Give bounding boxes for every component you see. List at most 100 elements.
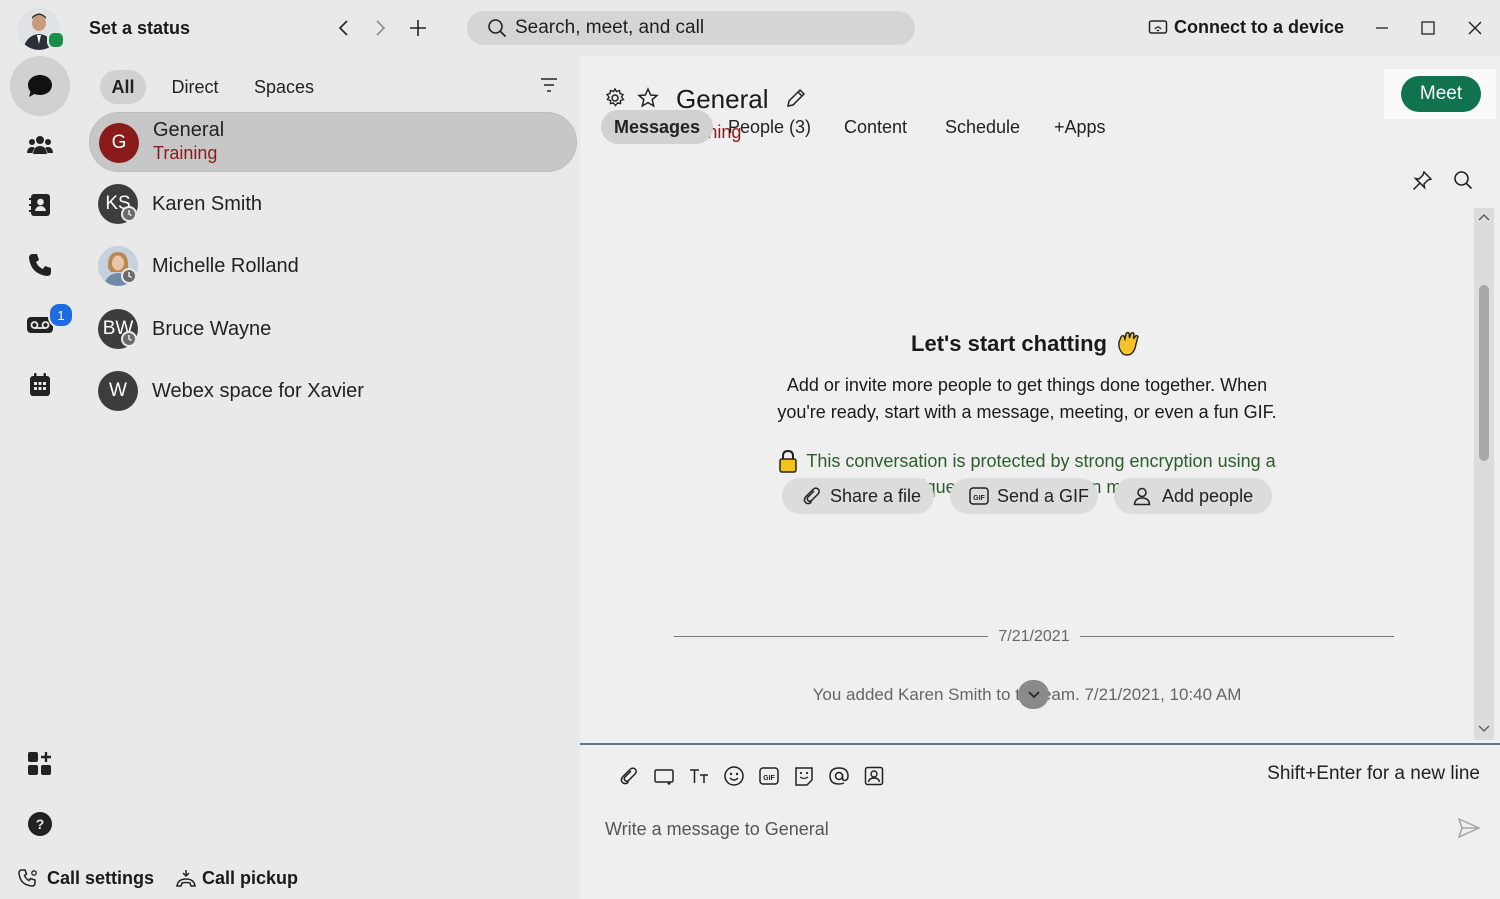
calling-button[interactable] <box>10 235 70 295</box>
filter-spaces[interactable]: Spaces <box>246 70 322 104</box>
star-icon <box>637 87 659 108</box>
clock-icon <box>121 268 137 284</box>
list-item-name: Karen Smith <box>152 193 263 215</box>
help-icon: ? <box>28 812 52 836</box>
favorite-button[interactable] <box>637 87 659 109</box>
list-item-subtitle: Training <box>153 143 218 163</box>
connect-device-button[interactable]: Connect to a device <box>1148 17 1344 38</box>
search-placeholder: Search, meet, and call <box>515 17 705 38</box>
tab-content[interactable]: Content <box>831 110 920 144</box>
filter-all[interactable]: All <box>100 70 146 104</box>
list-item-karen-smith[interactable]: KS Karen Smith <box>89 174 577 234</box>
apps-button[interactable] <box>10 734 70 794</box>
new-button[interactable] <box>404 14 432 42</box>
waving-hand-icon <box>1118 331 1139 356</box>
emoji-button[interactable] <box>721 763 747 789</box>
list-item-bruce-wayne[interactable]: BW Bruce Wayne <box>89 299 577 359</box>
add-people-button[interactable]: Add people <box>1114 478 1272 514</box>
minimize-button[interactable] <box>1367 14 1397 42</box>
help-button[interactable]: ? <box>10 794 70 854</box>
svg-text:?: ? <box>36 816 45 832</box>
maximize-button[interactable] <box>1413 14 1443 42</box>
share-file-button[interactable]: Share a file <box>782 478 934 514</box>
close-button[interactable] <box>1460 14 1490 42</box>
at-mention-icon <box>829 767 849 785</box>
teams-icon <box>27 136 53 154</box>
sticker-icon <box>795 767 813 786</box>
scroll-down-icon[interactable] <box>1478 724 1490 734</box>
filter-direct[interactable]: Direct <box>160 70 230 104</box>
list-item-name: Michelle Rolland <box>152 255 299 277</box>
search-space-button[interactable] <box>1453 170 1473 190</box>
tab-people[interactable]: People (3) <box>715 110 824 144</box>
date-divider-right <box>1080 636 1394 637</box>
sticker-button[interactable] <box>791 763 817 789</box>
chevron-down-icon <box>1027 690 1040 698</box>
contact-card-button[interactable] <box>861 763 887 789</box>
call-settings-button[interactable]: Call settings <box>18 868 154 889</box>
empty-state-line1: Add or invite more people to get things … <box>786 375 1268 395</box>
gif-icon: GIF <box>759 767 779 785</box>
meet-button[interactable]: Meet <box>1401 76 1481 112</box>
add-people-label: Add people <box>1162 485 1254 506</box>
empty-state-heading: Let's start chatting <box>911 331 1107 356</box>
chat-bubble-icon <box>28 75 52 97</box>
send-button[interactable] <box>1457 817 1481 839</box>
scroll-to-bottom-button[interactable] <box>1018 680 1049 709</box>
svg-text:GIF: GIF <box>973 495 985 502</box>
contact-card-icon <box>864 766 884 786</box>
tab-apps[interactable]: +Apps <box>1041 110 1119 144</box>
clock-icon <box>121 331 137 347</box>
format-text-button[interactable] <box>686 763 712 789</box>
tab-messages[interactable]: Messages <box>601 110 714 144</box>
paperclip-icon <box>803 487 820 505</box>
pin-icon <box>1412 170 1433 191</box>
contacts-icon <box>29 194 50 216</box>
clock-icon <box>121 206 137 222</box>
pinned-button[interactable] <box>1411 170 1433 192</box>
activity-text-end: eam. 7/21/2021, 10:40 AM <box>1041 685 1242 704</box>
maximize-icon <box>1421 21 1435 35</box>
teams-button[interactable] <box>10 115 70 175</box>
composer-hint: Shift+Enter for a new line <box>1267 763 1480 784</box>
share-file-label: Share a file <box>830 485 922 506</box>
list-item-michelle-rolland[interactable]: Michelle Rolland <box>89 236 577 296</box>
apps-icon <box>28 752 51 775</box>
forward-button[interactable] <box>366 14 394 42</box>
mention-button[interactable] <box>826 763 852 789</box>
chevron-right-icon <box>376 20 386 36</box>
message-input[interactable]: Write a message to General <box>605 812 1435 846</box>
lock-icon <box>779 449 798 473</box>
filter-menu-button[interactable] <box>538 76 560 94</box>
messaging-button[interactable] <box>10 56 70 116</box>
calendar-button[interactable] <box>10 355 70 415</box>
back-button[interactable] <box>330 14 358 42</box>
plus-icon <box>410 20 426 36</box>
call-pickup-label: Call pickup <box>202 868 299 888</box>
tab-schedule[interactable]: Schedule <box>932 110 1033 144</box>
paperclip-icon <box>620 767 637 785</box>
call-settings-label: Call settings <box>47 868 155 888</box>
scroll-up-icon[interactable] <box>1478 212 1490 222</box>
date-divider-label: 7/21/2021 <box>998 628 1070 645</box>
encryption-notice[interactable]: This conversation is protected by strong… <box>580 449 1474 473</box>
call-pickup-button[interactable]: Call pickup <box>176 868 298 889</box>
calendar-icon <box>30 373 50 396</box>
encryption-line1: This conversation is protected by strong… <box>806 450 1276 471</box>
contacts-button[interactable] <box>10 175 70 235</box>
edit-title-button[interactable] <box>785 87 807 109</box>
space-settings-button[interactable] <box>604 87 626 109</box>
list-item-webex-space-xavier[interactable]: W Webex space for Xavier <box>89 361 577 421</box>
gif-button[interactable]: GIF <box>756 763 782 789</box>
empty-state-heading-row: Let's start chatting <box>580 330 1474 358</box>
scrollbar-thumb[interactable] <box>1479 285 1489 461</box>
list-item-general[interactable]: G General Training <box>89 112 577 172</box>
empty-state-line2: you're ready, start with a message, meet… <box>777 402 1277 422</box>
send-gif-button[interactable]: GIF Send a GIF <box>950 478 1098 514</box>
set-status-label[interactable]: Set a status <box>89 18 190 39</box>
person-icon <box>1133 487 1151 506</box>
screenshot-button[interactable] <box>651 763 677 789</box>
attach-button[interactable] <box>616 763 642 789</box>
activity-text-start: You added Karen Smith to t <box>812 685 1020 704</box>
search-input[interactable]: Search, meet, and call <box>467 11 915 45</box>
